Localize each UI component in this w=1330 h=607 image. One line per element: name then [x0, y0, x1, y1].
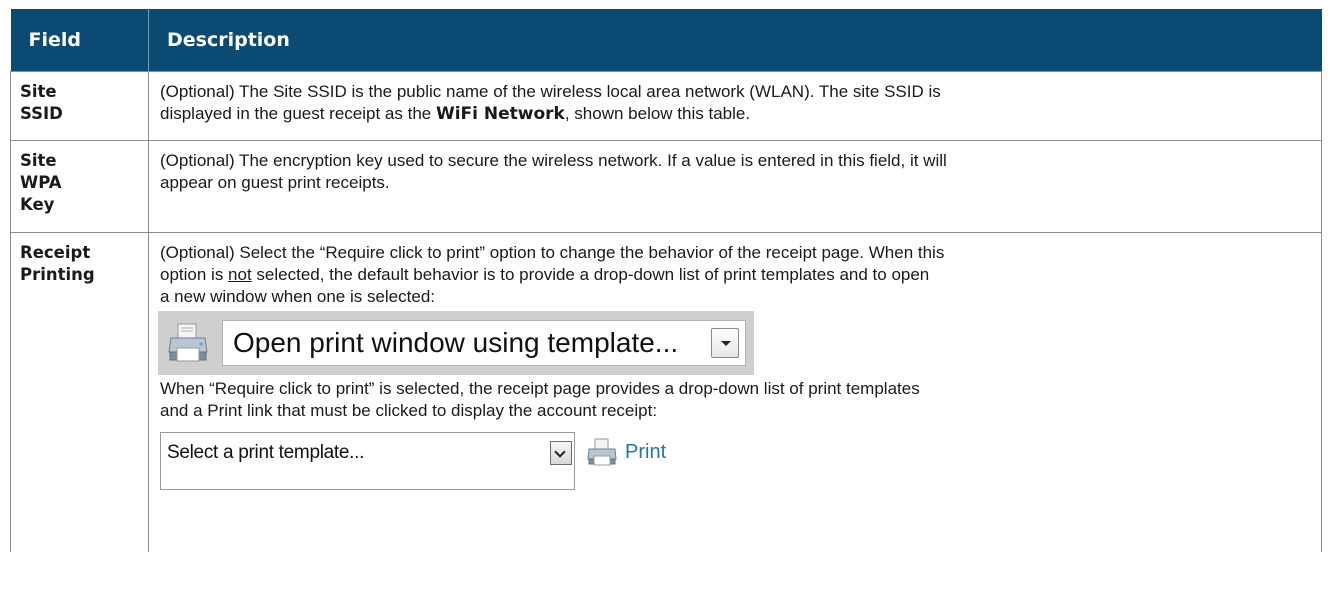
chevron-down-icon[interactable]: [550, 440, 572, 465]
table-row: Site SSID (Optional) The Site SSID is th…: [10, 70, 1322, 141]
table-header-row: Field Description: [10, 9, 1322, 71]
table-row: Site WPA Key (Optional) The encryption k…: [10, 139, 1322, 233]
description-line: appear on guest print receipts.: [160, 172, 390, 192]
print-window-example: Open print window using template...: [158, 310, 754, 375]
description-line: a new window when one is selected:: [160, 286, 435, 306]
field-name-line: WPA: [20, 172, 62, 192]
print-template-select[interactable]: Select a print template...: [160, 431, 575, 490]
description-line: (Optional) The encryption key used to se…: [160, 150, 947, 170]
field-name-line: SSID: [20, 103, 63, 123]
description-text: , shown below this table.: [564, 103, 751, 123]
print-template-dropdown[interactable]: Open print window using template...: [222, 319, 746, 366]
table-row: Receipt Printing (Optional) Select the “…: [10, 231, 1322, 552]
description-line: When “Require click to print” is selecte…: [160, 378, 920, 398]
description-text: displayed in the guest receipt as the: [160, 103, 436, 123]
header-description: Description: [148, 9, 1322, 71]
description-receipt-printing: (Optional) Select the “Require click to …: [148, 231, 1322, 552]
description-line: (Optional) Select the “Require click to …: [160, 242, 945, 262]
description-text: selected, the default behavior is to pro…: [251, 264, 930, 284]
description-line: and a Print link that must be clicked to…: [160, 400, 658, 420]
field-name-line: Site: [20, 150, 57, 170]
print-link[interactable]: Print: [625, 440, 666, 464]
field-name-site-wpa-key: Site WPA Key: [10, 139, 149, 233]
printer-icon: [168, 323, 208, 361]
description-line: option is not selected, the default beha…: [160, 264, 1313, 286]
field-name-line: Printing: [20, 264, 95, 284]
field-name-receipt-printing: Receipt Printing: [10, 231, 149, 552]
description-site-wpa-key: (Optional) The encryption key used to se…: [148, 139, 1322, 233]
header-field: Field: [10, 9, 149, 71]
document-page: Field Description Site SSID (Optional) T…: [0, 0, 1330, 607]
field-name-site-ssid: Site SSID: [10, 70, 149, 141]
chevron-down-icon[interactable]: [711, 327, 739, 358]
click-to-print-example: Select a print template... Print: [160, 431, 1313, 492]
dropdown-value: Open print window using template...: [233, 326, 679, 358]
printer-icon: [587, 438, 617, 465]
description-site-ssid: (Optional) The Site SSID is the public n…: [148, 70, 1322, 141]
field-description-table: Field Description Site SSID (Optional) T…: [10, 9, 1322, 552]
field-name-line: Site: [20, 81, 57, 101]
field-name-line: Receipt: [20, 242, 91, 262]
select-value: Select a print template...: [167, 441, 365, 463]
description-text: option is: [160, 264, 229, 284]
field-name-line: Key: [20, 194, 55, 214]
description-line: displayed in the guest receipt as the Wi…: [160, 103, 1313, 125]
description-line: (Optional) The Site SSID is the public n…: [160, 81, 941, 101]
not-emphasis: not: [228, 264, 252, 284]
wifi-network-term: WiFi Network: [435, 103, 565, 124]
